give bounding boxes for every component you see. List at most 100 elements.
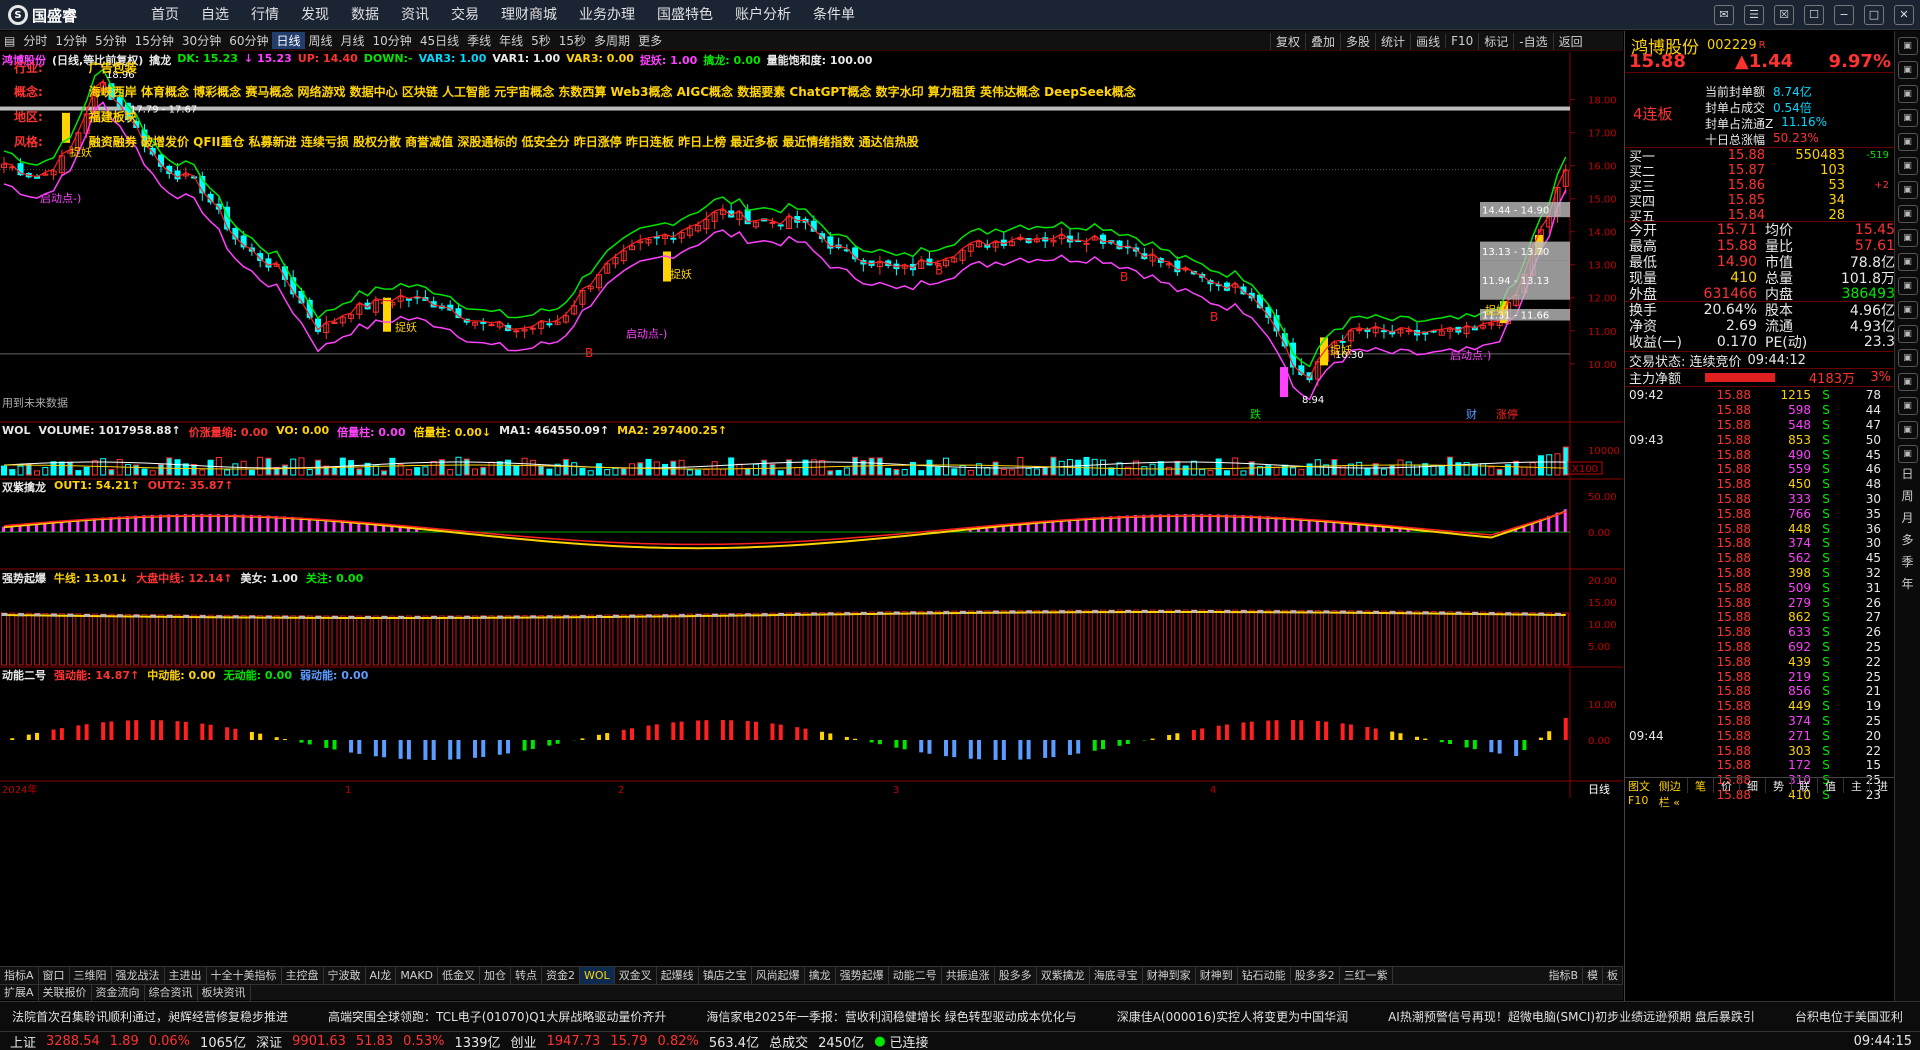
sidebar-period[interactable]: 日 (1901, 463, 1913, 485)
indicator-tab[interactable]: 双紫擒龙 (1037, 967, 1090, 984)
rsi-icon[interactable]: ▣ (1897, 253, 1918, 271)
news-item[interactable]: 深康佳A(000016)实控人将变更为中国华润 (1117, 1008, 1348, 1025)
wr-icon[interactable]: ▣ (1897, 397, 1918, 415)
indicator-tab[interactable]: AI龙 (366, 967, 397, 984)
kdj-icon[interactable]: ▣ (1897, 229, 1918, 247)
chart-icon[interactable]: ▣ (1897, 109, 1918, 127)
sidebar-period[interactable]: 月 (1901, 507, 1913, 529)
panel-icon[interactable]: ▤ (0, 34, 19, 48)
news-item[interactable]: 高端突围全球领跑：TCL电子(01070)Q1大屏战略驱动量价齐升 (328, 1008, 666, 1025)
maximize-icon[interactable]: □ (1864, 5, 1884, 25)
period-11[interactable]: 季线 (463, 32, 495, 49)
period-16[interactable]: 更多 (634, 32, 666, 49)
menu-item[interactable]: 行情 (240, 0, 290, 30)
info-tab[interactable]: 板块资讯 (198, 984, 251, 1001)
indicator-tab[interactable]: 双金叉 (615, 967, 657, 984)
period-14[interactable]: 15秒 (555, 32, 590, 49)
dmi-icon[interactable]: ▣ (1897, 373, 1918, 391)
indicator-tab[interactable]: 共振追涨 (942, 967, 995, 984)
indicator-tab[interactable]: 强龙战法 (112, 967, 165, 984)
panel-tab[interactable]: 联 (1791, 778, 1817, 793)
indicator-tab[interactable]: 指标A (0, 967, 39, 984)
indicator-tab-right[interactable]: 指标B (1544, 967, 1583, 984)
info-tab[interactable]: 关联报价 (39, 984, 92, 1001)
info-tab[interactable]: 综合资讯 (145, 984, 198, 1001)
tool-button[interactable]: 标记 (1478, 32, 1513, 50)
kline-chart[interactable]: 18.0017.0016.0015.0014.0013.0012.0011.00… (0, 52, 1623, 966)
panel-tab[interactable]: 势 (1765, 778, 1791, 793)
indicator-tab[interactable]: 股多多2 (1291, 967, 1340, 984)
menu-item[interactable]: 国盛特色 (646, 0, 724, 30)
period-4[interactable]: 30分钟 (178, 32, 225, 49)
menu-item[interactable]: 账户分析 (724, 0, 802, 30)
menu-item[interactable]: 条件单 (802, 0, 866, 30)
menu-item[interactable]: 首页 (140, 0, 190, 30)
indicator-tab[interactable]: 三红一紫 (1340, 967, 1393, 984)
more-icon[interactable]: ▣ (1897, 445, 1918, 463)
indicator-tab[interactable]: 低金叉 (438, 967, 481, 984)
period-0[interactable]: 分时 (19, 32, 51, 49)
indicator-tab[interactable]: 主控盘 (282, 967, 324, 984)
period-5[interactable]: 60分钟 (225, 32, 272, 49)
panel-tab[interactable]: 细 (1739, 778, 1765, 793)
period-8[interactable]: 月线 (337, 32, 369, 49)
indicator-tab[interactable]: WOL (580, 967, 615, 984)
k-icon[interactable]: ▣ (1897, 181, 1918, 199)
period-13[interactable]: 5秒 (527, 32, 555, 49)
indicator-tab[interactable]: 动能二号 (889, 967, 942, 984)
skin-icon[interactable]: ☒ (1774, 5, 1794, 25)
period-3[interactable]: 15分钟 (131, 32, 178, 49)
arrow-up-icon[interactable]: ▣ (1897, 37, 1918, 55)
indicator-tab[interactable]: 宁波敢 (324, 967, 366, 984)
menu-icon[interactable]: ☰ (1744, 5, 1764, 25)
sidebar-period[interactable]: 季 (1901, 551, 1913, 573)
period-7[interactable]: 周线 (305, 32, 337, 49)
panel-tab[interactable]: 笔 (1687, 778, 1713, 793)
period-6[interactable]: 日线 (272, 32, 305, 49)
tool-button[interactable]: F10 (1445, 34, 1478, 48)
tool-button[interactable]: 返回 (1552, 32, 1588, 50)
cr-icon[interactable]: ▣ (1897, 349, 1918, 367)
panel-tab[interactable]: 主 (1843, 778, 1869, 793)
menu-item[interactable]: 业务办理 (568, 0, 646, 30)
indicator-tab-right[interactable]: 板 (1603, 967, 1623, 984)
indicator-tab[interactable]: 三维阳 (70, 967, 112, 984)
indicator-tab[interactable]: 财神到 (1196, 967, 1238, 984)
macd-icon[interactable]: ▣ (1897, 205, 1918, 223)
boll-icon[interactable]: ▣ (1897, 277, 1918, 295)
news-item[interactable]: 法院首次召集聆讯顺利通过，昶辉经营修复稳步推进 (12, 1008, 288, 1025)
sidebar-period[interactable]: 年 (1901, 573, 1913, 595)
menu-item[interactable]: 自选 (190, 0, 240, 30)
tool-button[interactable]: 统计 (1375, 32, 1410, 50)
panel-link[interactable]: 侧边栏 « (1656, 778, 1687, 809)
tool-button[interactable]: 多股 (1340, 32, 1375, 50)
menu-item[interactable]: 理财商城 (490, 0, 568, 30)
vol-icon[interactable]: ▣ (1897, 301, 1918, 319)
indicator-tab[interactable]: 镇店之宝 (699, 967, 752, 984)
period-2[interactable]: 5分钟 (91, 32, 131, 49)
sidebar-period[interactable]: 多 (1901, 529, 1913, 551)
grid-icon[interactable]: ▣ (1897, 61, 1918, 79)
panel-tab[interactable]: 值 (1817, 778, 1843, 793)
info-tab[interactable]: 扩展A (0, 984, 39, 1001)
indicator-tab[interactable]: 资金2 (542, 967, 581, 984)
indicator-tab[interactable]: 加仓 (480, 967, 512, 984)
indicator-tab[interactable]: 擒龙 (805, 967, 836, 984)
indicator-tab[interactable]: 转点 (511, 967, 543, 984)
close-icon[interactable]: ✕ (1894, 5, 1914, 25)
list-icon[interactable]: ▣ (1897, 85, 1918, 103)
menu-item[interactable]: 数据 (340, 0, 390, 30)
period-10[interactable]: 45日线 (416, 32, 463, 49)
panel-tab[interactable]: 价 (1713, 778, 1739, 793)
message-icon[interactable]: ✉ (1714, 5, 1734, 25)
panel-tab[interactable]: 进 (1869, 778, 1895, 793)
news-item[interactable]: 台积电位于美国亚利 (1795, 1008, 1903, 1025)
news-item[interactable]: 海信家电2025年一季报：营收利润稳健增长 绿色转型驱动成本优化与 (706, 1008, 1076, 1025)
news-icon[interactable]: ▣ (1897, 133, 1918, 151)
period-12[interactable]: 年线 (495, 32, 527, 49)
menu-item[interactable]: 资讯 (390, 0, 440, 30)
menu-item[interactable]: 交易 (440, 0, 490, 30)
indicator-tab[interactable]: 股多多 (995, 967, 1037, 984)
panel-link[interactable]: 图文F10 (1625, 778, 1656, 807)
info-tab[interactable]: 资金流向 (92, 984, 145, 1001)
